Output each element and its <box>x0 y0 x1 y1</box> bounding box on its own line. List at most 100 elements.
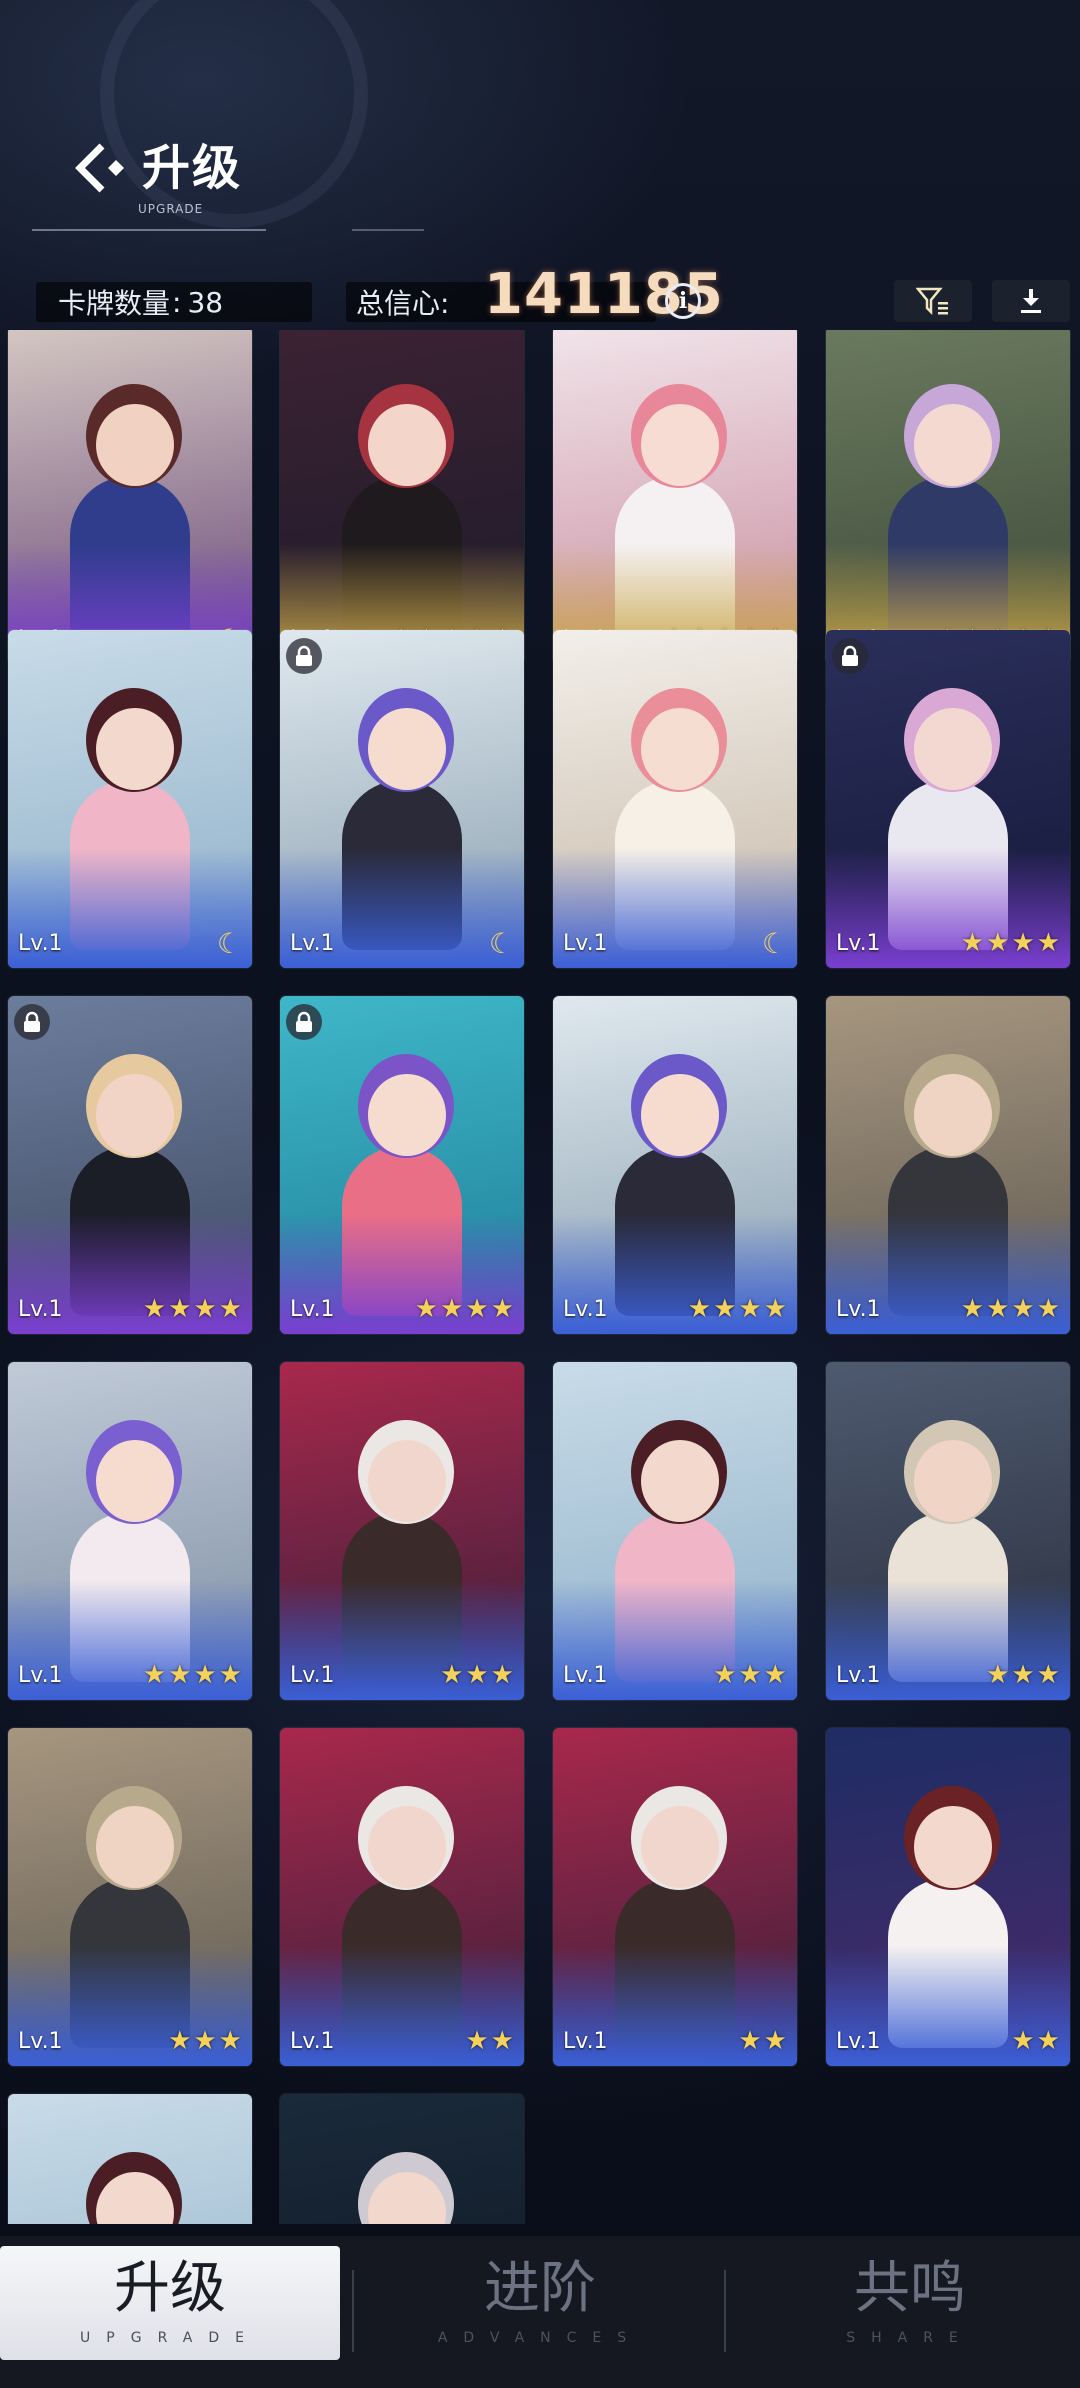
header: 升级 UPGRADE 卡牌数量 : 38 总信心: 141185 i <box>0 0 1080 327</box>
card-level: Lv.1 <box>18 1297 63 1322</box>
lock-icon[interactable] <box>286 1004 322 1040</box>
card-level: Lv.1 <box>290 1663 335 1688</box>
card-level: Lv.1 <box>836 2029 881 2054</box>
card-stars: ★★★ <box>168 2026 244 2056</box>
card-level: Lv.1 <box>563 1663 608 1688</box>
card-stars: ★★★★ <box>142 1294 244 1324</box>
tab-share-label: 共鸣 <box>854 2256 966 2321</box>
card-item[interactable] <box>8 2094 252 2224</box>
card-count-box: 卡牌数量 : 38 <box>36 282 312 322</box>
card-stars: ★★★★ <box>960 1294 1062 1324</box>
card-item[interactable]: Lv.1☾ <box>553 630 797 968</box>
card-grid: Lv.1☾Lv.1★★★★★Lv.1★★★★★Lv.1★★★★★Lv.1☾Lv.… <box>0 330 1080 2224</box>
card-item[interactable]: Lv.1 ★★★★ <box>8 996 252 1334</box>
card-item[interactable]: Lv.1 ★★★★ <box>826 630 1070 968</box>
card-level: Lv.1 <box>18 2029 63 2054</box>
card-item[interactable]: Lv.1 ★★ <box>826 1728 1070 2066</box>
character-face <box>914 404 992 486</box>
card-item[interactable]: Lv.1 ★★★★ <box>8 1362 252 1700</box>
card-level: Lv.1 <box>836 1297 881 1322</box>
character-face <box>368 404 446 486</box>
card-item[interactable]: Lv.1☾ <box>8 330 252 664</box>
card-item[interactable]: Lv.1★★★★★ <box>826 330 1070 664</box>
tab-advances-label: 进阶 <box>484 2256 596 2321</box>
card-item[interactable]: Lv.1 ★★ <box>553 1728 797 2066</box>
character-face <box>368 1440 446 1522</box>
trust-label: 总信心: <box>356 287 450 320</box>
character-face <box>96 708 174 790</box>
card-level: Lv.1 <box>836 931 881 956</box>
bottom-tab-bar: 升级 UPGRADE 进阶 ADVANCES 共鸣 SHARE <box>0 2236 1080 2388</box>
card-stars: ★★★★ <box>960 928 1062 958</box>
download-button[interactable] <box>992 280 1070 322</box>
card-item[interactable]: Lv.1 ☾ <box>8 630 252 968</box>
tab-upgrade-sub: UPGRADE <box>80 2330 260 2346</box>
page-title: 升级 <box>142 140 243 196</box>
character-face <box>914 1074 992 1156</box>
card-level: Lv.1 <box>836 1663 881 1688</box>
tab-upgrade-label: 升级 <box>114 2256 226 2321</box>
character-face <box>368 1074 446 1156</box>
tab-divider <box>724 2270 726 2352</box>
card-level: Lv.1 <box>290 2029 335 2054</box>
card-stars: ★★ <box>1011 2026 1062 2056</box>
card-count-label: 卡牌数量 <box>58 287 171 320</box>
title-underline-secondary <box>352 229 424 231</box>
filter-button[interactable] <box>894 280 972 322</box>
card-level: Lv.1 <box>563 931 608 956</box>
tab-advances[interactable]: 进阶 ADVANCES <box>370 2246 710 2360</box>
moon-icon: ☾ <box>488 927 514 960</box>
character-face <box>368 1806 446 1888</box>
title-underline <box>32 229 266 231</box>
card-stars: ★★ <box>738 2026 789 2056</box>
card-stars: ★★★★ <box>142 1660 244 1690</box>
card-level: Lv.1 <box>290 1297 335 1322</box>
card-level: Lv.1 <box>18 931 63 956</box>
card-item[interactable]: Lv.1★★★★★ <box>280 330 524 664</box>
back-arrow-icon[interactable] <box>72 140 128 196</box>
tab-share[interactable]: 共鸣 SHARE <box>740 2246 1080 2360</box>
page-title-group[interactable]: 升级 <box>72 140 242 196</box>
card-item[interactable]: Lv.1★★★★★ <box>553 330 797 664</box>
moon-icon: ☾ <box>216 927 242 960</box>
card-item[interactable] <box>280 2094 524 2224</box>
character-face <box>641 708 719 790</box>
lock-icon[interactable] <box>286 638 322 674</box>
card-item[interactable]: Lv.1 ★★★ <box>8 1728 252 2066</box>
card-stars: ★★★ <box>440 1660 516 1690</box>
download-icon <box>1021 289 1041 313</box>
tab-share-sub: SHARE <box>846 2330 974 2346</box>
character-face <box>914 1440 992 1522</box>
card-count-separator: : <box>172 285 182 319</box>
page-subtitle: UPGRADE <box>138 202 204 216</box>
character-face <box>641 1074 719 1156</box>
tab-upgrade[interactable]: 升级 UPGRADE <box>0 2246 340 2360</box>
character-face <box>96 404 174 486</box>
card-item[interactable]: Lv.1 ★★★★ <box>280 996 524 1334</box>
card-level: Lv.1 <box>18 1663 63 1688</box>
tab-divider <box>352 2270 354 2352</box>
card-item[interactable]: Lv.1 ★★★★ <box>553 996 797 1334</box>
card-item[interactable]: Lv.1 ★★★★ <box>826 996 1070 1334</box>
character-face <box>641 1440 719 1522</box>
card-item[interactable]: Lv.1☾ <box>280 630 524 968</box>
character-face <box>96 1440 174 1522</box>
character-face <box>96 1074 174 1156</box>
card-stars: ★★★★ <box>687 1294 789 1324</box>
lock-icon[interactable] <box>14 1004 50 1040</box>
character-face <box>914 1806 992 1888</box>
lock-icon[interactable] <box>832 638 868 674</box>
info-icon[interactable]: i <box>665 283 701 319</box>
card-level: Lv.1 <box>563 2029 608 2054</box>
card-count-value: 38 <box>187 285 224 319</box>
character-face <box>368 708 446 790</box>
card-stars: ★★★ <box>986 1660 1062 1690</box>
card-stars: ★★ <box>465 2026 516 2056</box>
character-face <box>914 708 992 790</box>
tab-advances-sub: ADVANCES <box>437 2330 643 2346</box>
card-item[interactable]: Lv.1 ★★★ <box>553 1362 797 1700</box>
card-item[interactable]: Lv.1 ★★★ <box>280 1362 524 1700</box>
card-item[interactable]: Lv.1 ★★ <box>280 1728 524 2066</box>
card-level: Lv.1 <box>563 1297 608 1322</box>
card-item[interactable]: Lv.1 ★★★ <box>826 1362 1070 1700</box>
